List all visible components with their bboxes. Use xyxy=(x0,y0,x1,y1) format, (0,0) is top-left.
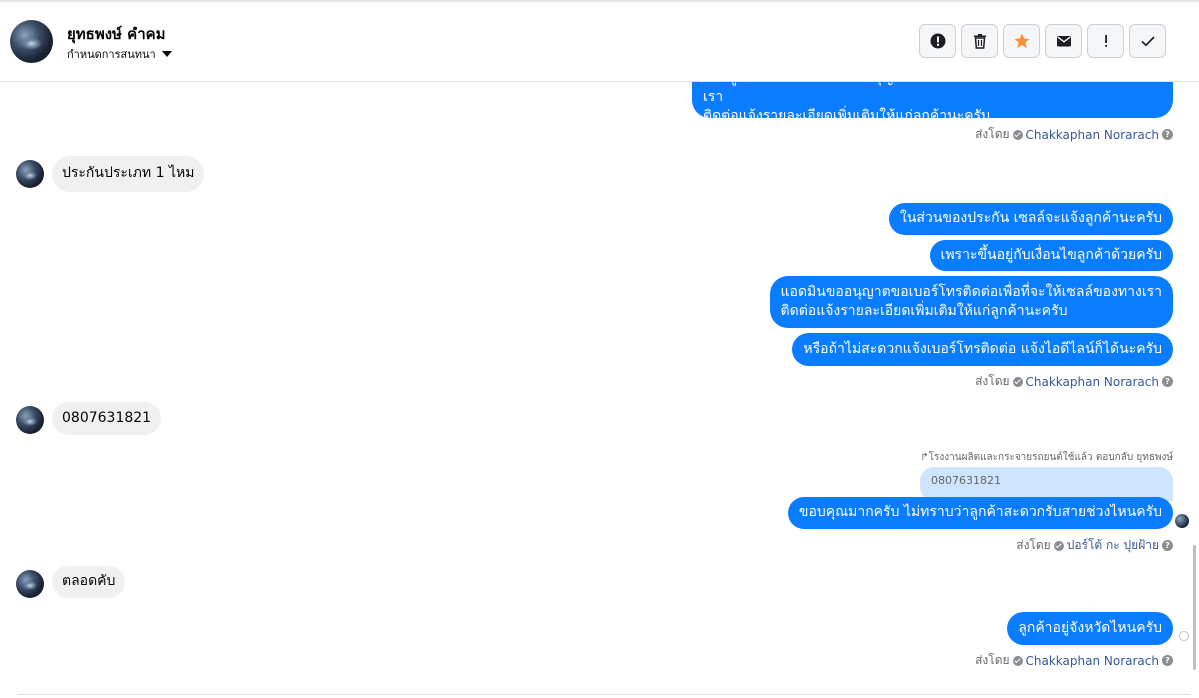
help-icon[interactable]: ? xyxy=(1162,540,1173,551)
message-line: ติดต่อแจ้งรายละเอียดเพิ่มเติมให้แก่ลูกค้… xyxy=(703,108,990,124)
verified-icon xyxy=(1053,540,1064,551)
caret-down-icon xyxy=(161,51,172,57)
delete-button[interactable] xyxy=(961,24,998,58)
sent-status-icon xyxy=(1179,631,1189,641)
mark-unread-button[interactable] xyxy=(1045,24,1082,58)
mark-done-button[interactable] xyxy=(1129,24,1166,58)
sent-by-label: ส่งโดย Chakkaphan Norarach ? xyxy=(975,125,1173,144)
reply-context: ↱โรงงานผลิตและกระจายรถยนต์ใช้แล้ว ตอบกลั… xyxy=(920,452,1173,463)
help-icon[interactable]: ? xyxy=(1162,129,1173,140)
help-icon[interactable]: ? xyxy=(1162,655,1173,666)
follow-up-button[interactable] xyxy=(1087,24,1124,58)
verified-icon xyxy=(1012,129,1023,140)
trash-icon xyxy=(973,34,986,49)
quoted-message[interactable]: 0807631821 xyxy=(920,467,1173,501)
message-line: หากลูกค้าสนใจ แอดมินขออนุญาตขอเบอร์โทรติ… xyxy=(703,70,1162,105)
sent-by-text: ส่งโดย xyxy=(975,653,1010,667)
contact-name[interactable]: ยุทธพงษ์ คำคม xyxy=(67,22,166,46)
star-button[interactable] xyxy=(1003,24,1040,58)
message-line: ติดต่อแจ้งรายละเอียดเพิ่มเติมให้แก่ลูกค้… xyxy=(780,303,1068,319)
message-line: แอดมินขออนุญาตขอเบอร์โทรติดต่อเพื่อที่จะ… xyxy=(780,284,1162,300)
agent-name[interactable]: ปอร์โต้ กะ ปุยฝ้าย xyxy=(1067,536,1159,555)
incoming-message[interactable]: ตลอดคับ xyxy=(52,566,126,598)
contact-avatar-small xyxy=(16,570,44,598)
sent-by-text: ส่งโดย xyxy=(1016,538,1051,552)
seen-by-avatar xyxy=(1175,514,1189,528)
outgoing-message[interactable]: ลูกค้าอยู่จังหวัดไหนครับ xyxy=(1007,612,1173,645)
scrollbar[interactable] xyxy=(1193,545,1196,670)
outgoing-message[interactable]: ขอบคุณมากครับ ไม่ทราบว่าลูกค้าสะดวกรับสา… xyxy=(787,497,1173,529)
agent-name[interactable]: Chakkaphan Norarach xyxy=(1026,654,1159,668)
star-icon xyxy=(1014,33,1029,48)
contact-avatar-small xyxy=(16,406,44,434)
agent-name[interactable]: Chakkaphan Norarach xyxy=(1026,375,1159,389)
outgoing-message[interactable]: แอดมินขออนุญาตขอเบอร์โทรติดต่อเพื่อที่จะ… xyxy=(769,276,1173,328)
exclamation-icon xyxy=(1104,35,1107,47)
sent-by-label: ส่งโดย ปอร์โต้ กะ ปุยฝ้าย ? xyxy=(1016,536,1173,555)
sent-by-label: ส่งโดย Chakkaphan Norarach ? xyxy=(975,651,1173,670)
check-icon xyxy=(1140,36,1155,47)
outgoing-message[interactable]: หากลูกค้าสนใจ แอดมินขออนุญาตขอเบอร์โทรติ… xyxy=(692,60,1173,124)
incoming-message[interactable]: 0807631821 xyxy=(52,402,162,435)
verified-icon xyxy=(1012,376,1023,387)
sent-by-text: ส่งโดย xyxy=(975,127,1010,141)
outgoing-message[interactable]: หรือถ้าไม่สะดวกแจ้งเบอร์โทรติดต่อ แจ้งไอ… xyxy=(792,333,1173,366)
contact-avatar[interactable] xyxy=(10,20,53,63)
composer-divider xyxy=(18,694,1190,695)
contact-avatar-small xyxy=(16,160,44,188)
outgoing-message[interactable]: เพราะขึ้นอยู่กับเงื่อนไขลูกค้าด้วยครับ xyxy=(929,240,1173,271)
action-toolbar-overlay xyxy=(919,24,1166,58)
mail-icon xyxy=(1056,36,1071,47)
spam-icon xyxy=(930,33,945,49)
verified-icon xyxy=(1012,655,1023,666)
conversation-schedule-label: กำหนดการสนทนา xyxy=(67,48,156,61)
sent-by-label: ส่งโดย Chakkaphan Norarach ? xyxy=(975,372,1173,391)
incoming-message[interactable]: ประกันประเภท 1 ไหม xyxy=(52,156,205,192)
agent-name[interactable]: Chakkaphan Norarach xyxy=(1026,128,1159,142)
outgoing-message[interactable]: ในส่วนของประกัน เซลล์จะแจ้งลูกค้านะครับ xyxy=(889,203,1173,235)
sent-by-text: ส่งโดย xyxy=(975,374,1010,388)
mark-spam-button[interactable] xyxy=(919,24,956,58)
conversation-schedule-dropdown[interactable]: กำหนดการสนทนา xyxy=(67,45,172,63)
help-icon[interactable]: ? xyxy=(1162,376,1173,387)
